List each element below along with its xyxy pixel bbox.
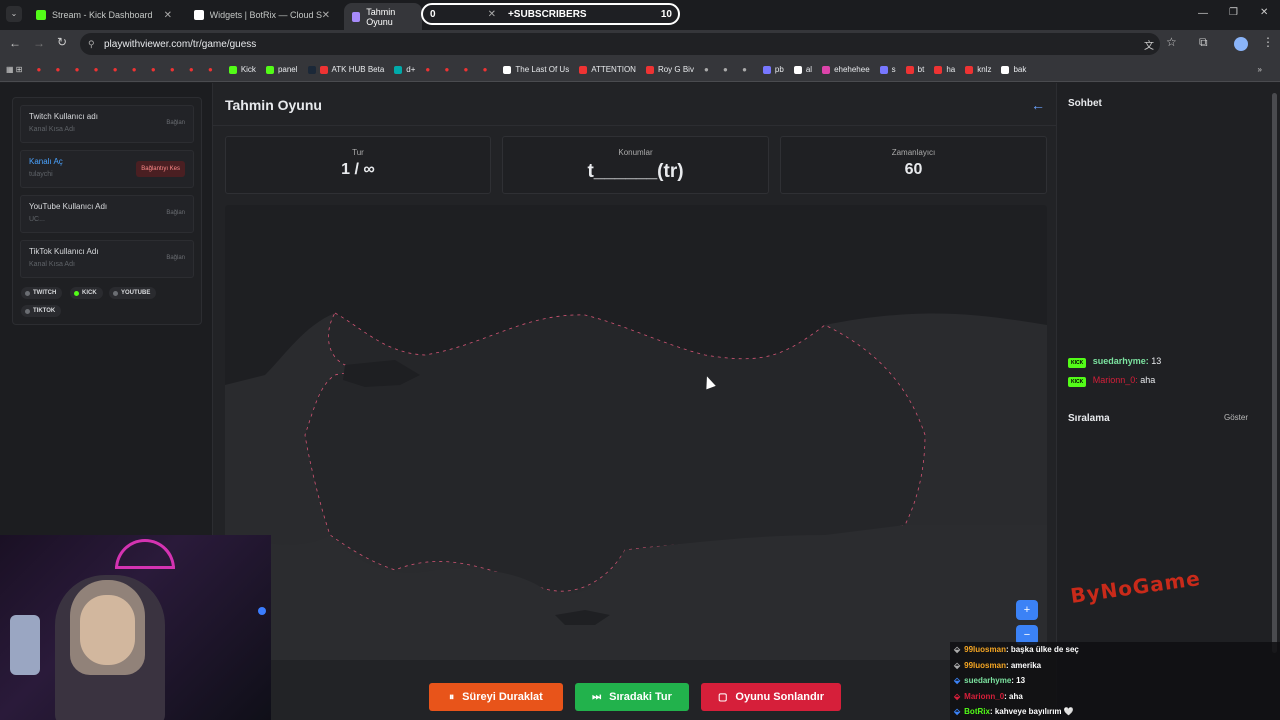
kick-badge: KICK [1068, 377, 1087, 387]
disconnect-button[interactable]: Bağlantıyı Kes [136, 161, 185, 177]
overlay-chat-message: ⬙ 99luosman: başka ülke de seç [954, 645, 1079, 655]
apps-icon[interactable]: ▦ ⊞ [6, 65, 22, 74]
next-round-button[interactable]: ⏭ Sıradaki Tur [575, 683, 689, 711]
kick-status-chip: KICK [70, 287, 103, 299]
close-icon[interactable]: ✕ [322, 10, 330, 21]
bookmarks-bar: ▦ ⊞ ● ● ● ● ● ● ● ● ● ● Kick panel ATK H… [0, 58, 1280, 82]
reload-icon[interactable]: ↻ [57, 35, 67, 49]
zoom-in-button[interactable]: + [1016, 600, 1038, 620]
neon-light [115, 539, 175, 569]
bookmark-item[interactable]: Roy G Biv [645, 65, 694, 74]
translate-icon[interactable]: 文 [1144, 37, 1154, 52]
webcam-overlay [0, 535, 271, 720]
kick-icon [36, 10, 46, 20]
pause-timer-button[interactable]: ⏸ Süreyi Duraklat [429, 683, 563, 711]
scrollbar[interactable] [1272, 93, 1277, 653]
chat-message: KICK suedarhyme: 13 [1068, 356, 1161, 368]
address-bar-row: ← → ↻ ⚲ playwithviewer.com/tr/game/guess… [0, 30, 1280, 58]
bookmark-icons-group: ● ● ● [703, 65, 753, 74]
twitch-username-field[interactable]: Twitch Kullanıcı adı Kanal Kısa Adı Bağl… [20, 105, 194, 143]
page-title: Tahmin Oyunu [225, 97, 322, 113]
connections-panel: Twitch Kullanıcı adı Kanal Kısa Adı Bağl… [12, 97, 202, 325]
connect-button[interactable]: Bağlan [166, 255, 185, 261]
location-card: Konumlar t______(tr) [502, 136, 769, 194]
ranking-title: Sıralama [1068, 413, 1110, 424]
tiktok-username-field[interactable]: TikTok Kullanıcı Adı Kanal Kısa Adı Bağl… [20, 240, 194, 278]
divider [213, 125, 1056, 126]
star-icon[interactable]: ☆ [1166, 35, 1177, 49]
kick-channel-field[interactable]: Kanalı Aç tulaychi Bağlantıyı Kes [20, 150, 194, 188]
streamer-hair [70, 580, 145, 675]
bookmark-item[interactable]: pb [762, 65, 784, 74]
more-bookmarks-icon[interactable]: » [1258, 65, 1262, 74]
close-icon[interactable]: ✕ [488, 9, 496, 20]
microphone [10, 615, 40, 675]
avatar[interactable] [1234, 37, 1248, 51]
bookmark-item[interactable]: The Last Of Us [503, 65, 569, 74]
overlay-chat-message: ⬙ 99luosman: amerika [954, 660, 1042, 670]
menu-icon[interactable]: ⋮ [1262, 35, 1274, 49]
window-restore-button[interactable]: ❐ [1229, 7, 1238, 18]
tab-kick-dashboard[interactable]: Stream - Kick Dashboard ✕ [28, 4, 180, 26]
url-input[interactable]: ⚲ playwithviewer.com/tr/game/guess [80, 33, 1160, 55]
twitch-status-chip: TWITCH [21, 287, 63, 299]
game-area: Tahmin Oyunu ← Tur 1 / ∞ Konumlar t_____… [212, 83, 1057, 720]
pause-icon: ⏸ [449, 691, 455, 703]
bookmark-item[interactable]: ATK HUB Beta [307, 65, 384, 74]
close-icon[interactable]: ✕ [164, 10, 172, 21]
connect-button[interactable]: Bağlan [166, 120, 185, 126]
connect-button[interactable]: Bağlan [166, 210, 185, 216]
map-canvas[interactable] [225, 205, 1047, 660]
bookmark-item[interactable]: d+ [394, 65, 415, 74]
bookmark-item[interactable]: ATTENTION [579, 65, 636, 74]
youtube-status-chip: YOUTUBE [109, 287, 157, 299]
bookmark-icons-group: ● ● ● ● ● ● ● ● ● ● [36, 65, 219, 74]
overlay-chat-message: ⬙ suedarhyme: 13 [954, 676, 1026, 686]
bookmark-item[interactable]: ehehehee [822, 65, 870, 74]
sidebar-right: Sohbet KICK suedarhyme: 13 KICK Marionn_… [1057, 83, 1280, 720]
tiktok-status-chip: TIKTOK [21, 305, 62, 317]
subscribers-goal-overlay: 0 ✕ + SUBSCRIBERS 10 [421, 3, 680, 25]
forward-icon[interactable]: → [33, 36, 45, 50]
extensions-icon[interactable]: ⧉ [1199, 35, 1208, 50]
overlay-chat-message: ⬙ Marionn_0: aha [954, 691, 1023, 701]
botrix-icon [194, 10, 204, 20]
bookmark-item[interactable]: Kick [228, 65, 256, 74]
bookmark-icons-group: ● ● ● ● [425, 65, 494, 74]
round-card: Tur 1 / ∞ [225, 136, 491, 194]
chat-message: KICK Marionn_0: aha [1068, 375, 1155, 387]
tab-list-button[interactable]: ⌄ [6, 6, 22, 22]
tab-tahmin-oyunu[interactable]: Tahmin Oyunu [344, 3, 422, 30]
site-info-icon: ⚲ [88, 38, 95, 49]
map[interactable]: + − [225, 205, 1047, 660]
back-arrow-icon[interactable]: ← [1031, 97, 1045, 113]
back-icon[interactable]: ← [9, 36, 21, 50]
tab-botrix-widgets[interactable]: Widgets | BotRix — Cloud Strea ✕ [186, 4, 338, 26]
window-minimize-button[interactable]: — [1198, 8, 1208, 19]
youtube-username-field[interactable]: YouTube Kullanıcı Adı UC... Bağlan [20, 195, 194, 233]
kick-badge: KICK [1068, 358, 1087, 368]
chat-title: Sohbet [1068, 98, 1102, 109]
tab-bar: ⌄ Stream - Kick Dashboard ✕ Widgets | Bo… [0, 0, 1280, 30]
window-close-button[interactable]: ✕ [1260, 7, 1268, 18]
bookmark-item[interactable]: knlz [965, 65, 991, 74]
bookmark-item[interactable]: ha [934, 65, 955, 74]
overlay-chat-message: ⬙ BotRix: kahveye bayılırım 🤍 [954, 707, 1074, 717]
show-ranking-button[interactable]: Göster [1224, 413, 1248, 422]
bookmark-item[interactable]: s [879, 65, 896, 74]
bookmark-item[interactable]: al [793, 65, 812, 74]
timer-card: Zamanlayıcı 60 [780, 136, 1047, 194]
game-icon [352, 11, 361, 22]
bookmark-item[interactable]: bt [905, 65, 924, 74]
end-game-button[interactable]: ▢ Oyunu Sonlandır [701, 683, 841, 711]
skip-icon: ⏭ [592, 691, 602, 703]
bookmark-item[interactable]: bak [1001, 65, 1026, 74]
stop-icon: ▢ [717, 691, 728, 703]
bookmark-item[interactable]: panel [265, 65, 298, 74]
stream-chat-overlay: ⬙ 99luosman: başka ülke de seç ⬙ 99luosman… [950, 642, 1280, 720]
blue-light [258, 607, 266, 615]
